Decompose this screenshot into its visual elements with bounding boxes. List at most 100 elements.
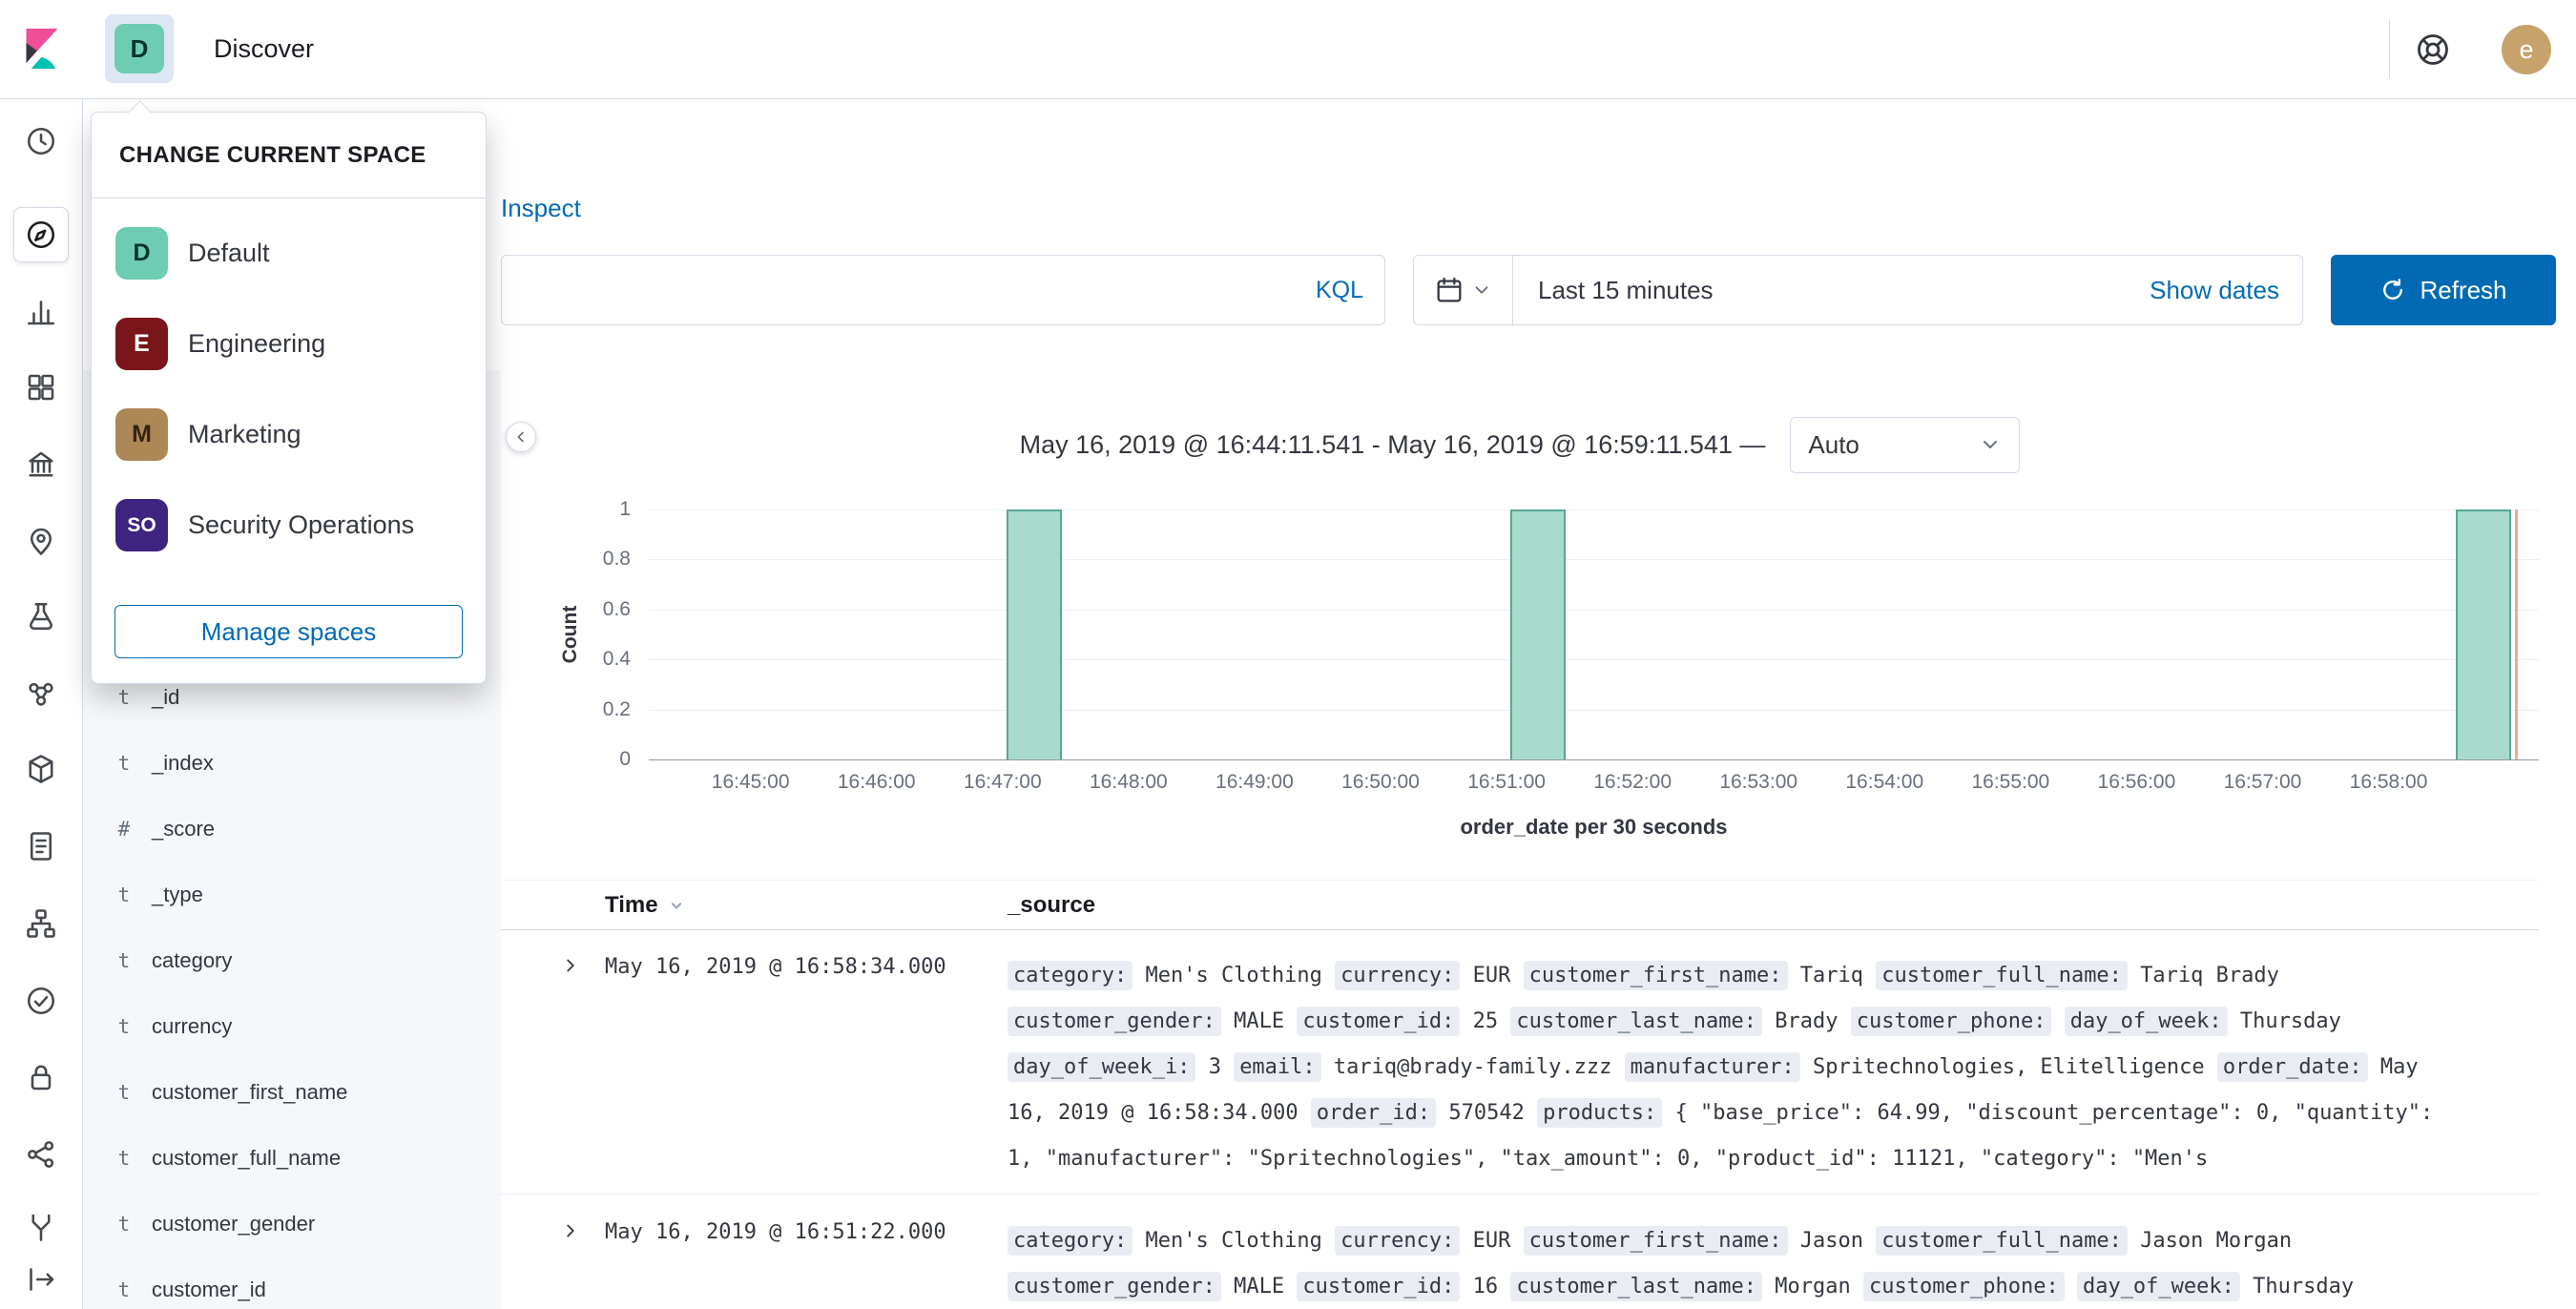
source-field-value: Jason [1799,1229,1864,1253]
source-field-badge: customer_full_name: [1876,1226,2128,1256]
field-type-icon: t [117,1080,131,1104]
field-name: customer_gender [152,1211,316,1236]
source-field-badge: customer_first_name: [1523,1226,1788,1256]
kql-button[interactable]: KQL [1295,277,1384,304]
histogram-plot[interactable] [649,509,2539,760]
space-item-engineering[interactable]: E Engineering [92,299,486,389]
maps-icon[interactable] [13,513,69,569]
source-field-badge: category: [1008,961,1133,990]
source-field-badge: customer_id: [1297,1272,1461,1301]
source-field-badge: day_of_week: [2076,1272,2240,1301]
space-item-marketing[interactable]: M Marketing [92,389,486,480]
x-tick-label: 16:45:00 [711,771,790,793]
doc-table-header: Time _source [501,880,2539,930]
interval-dropdown[interactable]: Auto [1790,416,2021,473]
field-item-category[interactable]: t category [82,927,501,993]
source-field-value: Thursday [2239,1009,2341,1033]
dashboard-icon[interactable] [13,360,69,415]
time-column-header[interactable]: Time [605,881,686,929]
x-tick-label: 16:54:00 [1845,771,1924,793]
show-dates-button[interactable]: Show dates [2150,276,2302,305]
y-axis-ticks: 0 0.2 0.4 0.6 0.8 1 [501,498,631,770]
apm-icon[interactable] [13,741,69,797]
discover-icon[interactable] [13,207,69,262]
source-field-badge: order_date: [2216,1052,2368,1082]
search-input[interactable] [502,256,1295,324]
collapse-nav-icon[interactable] [13,1252,69,1307]
expand-row-icon[interactable] [556,952,585,981]
field-name: customer_full_name [152,1145,342,1170]
kibana-logo-icon[interactable] [19,26,65,72]
canvas-icon[interactable] [13,437,69,492]
collapse-sidebar-button[interactable] [506,422,536,452]
field-item-_index[interactable]: t _index [82,730,501,796]
gridline [649,609,2539,611]
security-icon[interactable] [13,1049,69,1105]
field-item-currency[interactable]: t currency [82,993,501,1059]
source-field-value: Morgan [1775,1275,1851,1299]
refresh-label: Refresh [2420,275,2507,304]
refresh-button[interactable]: Refresh [2331,255,2556,325]
discover-main: May 16, 2019 @ 16:44:11.541 - May 16, 20… [501,370,2576,1309]
x-tick-label: 16:51:00 [1467,771,1546,793]
space-item-default[interactable]: D Default [92,208,486,299]
space-avatar: M [115,408,168,461]
x-tick-label: 16:47:00 [963,771,1042,793]
logs-icon[interactable] [13,819,69,874]
field-item-customer_full_name[interactable]: t customer_full_name [82,1125,501,1191]
gridline [649,509,2539,510]
user-avatar[interactable]: e [2502,25,2551,74]
x-tick-label: 16:58:00 [2349,771,2428,793]
sort-desc-icon [671,902,681,908]
source-field-value: 3 [1208,1055,1221,1079]
current-time-marker [2514,509,2518,759]
field-item-customer_gender[interactable]: t customer_gender [82,1191,501,1257]
field-item-customer_first_name[interactable]: t customer_first_name [82,1059,501,1125]
recently-viewed-icon[interactable] [13,114,69,169]
histogram-bar [2455,509,2511,759]
uptime-icon[interactable] [13,973,69,1028]
y-tick-label: 0.4 [602,648,631,671]
popover-title: CHANGE CURRENT SPACE [92,113,486,198]
space-avatar: E [115,318,168,370]
table-row: May 16, 2019 @ 16:58:34.000 category: Me… [501,929,2539,1195]
field-item-customer_id[interactable]: t customer_id [82,1257,501,1309]
source-field-badge: currency: [1335,1226,1461,1256]
table-row: May 16, 2019 @ 16:51:22.000 category: Me… [501,1195,2539,1309]
source-field-badge: category: [1008,1226,1133,1256]
x-tick-label: 16:57:00 [2223,771,2302,793]
field-type-icon: t [117,685,131,709]
management-icon[interactable] [13,1199,69,1255]
calendar-dropdown-button[interactable] [1414,256,1513,324]
field-name: customer_id [152,1277,266,1301]
space-avatar: SO [115,499,168,551]
machine-learning-icon[interactable] [13,589,69,644]
y-tick-label: 0.2 [602,697,631,720]
source-field-badge: order_id: [1310,1098,1437,1128]
expand-row-icon[interactable] [556,1217,585,1246]
visualize-icon[interactable] [13,284,69,340]
manage-spaces-button[interactable]: Manage spaces [114,605,463,658]
space-switcher-button[interactable]: D [105,14,174,83]
dev-tools-icon[interactable] [13,1127,69,1182]
source-field-value: Tariq [1799,964,1864,987]
help-icon[interactable] [2406,23,2460,76]
time-column-label: Time [605,891,658,918]
graph-icon[interactable] [13,666,69,721]
field-item-_type[interactable]: t _type [82,862,501,927]
field-type-icon: t [117,1146,131,1170]
infrastructure-icon[interactable] [13,896,69,951]
x-tick-label: 16:56:00 [2097,771,2176,793]
source-field-badge: day_of_week: [2064,1007,2228,1036]
x-tick-label: 16:55:00 [1971,771,2050,793]
time-range-button[interactable]: Last 15 minutes [1513,276,2150,305]
y-tick-label: 0.8 [602,548,631,571]
source-field-badge: customer_id: [1297,1007,1461,1036]
field-item-_score[interactable]: # _score [82,796,501,862]
inspect-link[interactable]: Inspect [501,194,581,223]
space-switcher-popover: CHANGE CURRENT SPACE D Default E Engineerin… [91,112,487,684]
space-name: Default [188,239,270,267]
source-field-value: Thursday [2253,1275,2355,1299]
space-item-security-operations[interactable]: SO Security Operations [92,480,486,571]
source-field-value: Spritechnologies, Elitelligence [1813,1055,2205,1079]
